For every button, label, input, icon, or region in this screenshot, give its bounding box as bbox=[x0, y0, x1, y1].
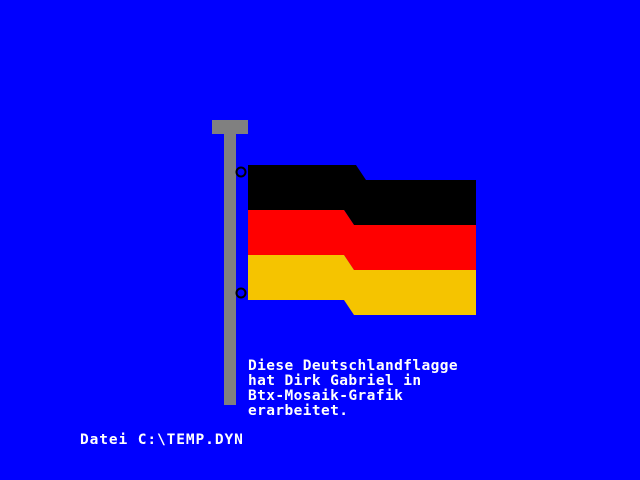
caption-line-3: Btx-Mosaik-Grafik bbox=[248, 388, 404, 404]
flagpole-cap bbox=[212, 120, 248, 134]
flagpole bbox=[224, 134, 236, 405]
file-path-status: Datei C:\TEMP.DYN bbox=[80, 432, 244, 448]
caption-line-2: hat Dirk Gabriel in bbox=[248, 373, 422, 389]
caption-text: Diese Deutschlandflagge hat Dirk Gabriel… bbox=[248, 359, 458, 419]
btx-screen: Diese Deutschlandflagge hat Dirk Gabriel… bbox=[0, 0, 640, 480]
flag-ring-bottom bbox=[235, 287, 247, 299]
caption-line-4: erarbeitet. bbox=[248, 403, 349, 419]
caption-line-1: Diese Deutschlandflagge bbox=[248, 358, 458, 374]
flag-ring-top bbox=[235, 166, 247, 178]
